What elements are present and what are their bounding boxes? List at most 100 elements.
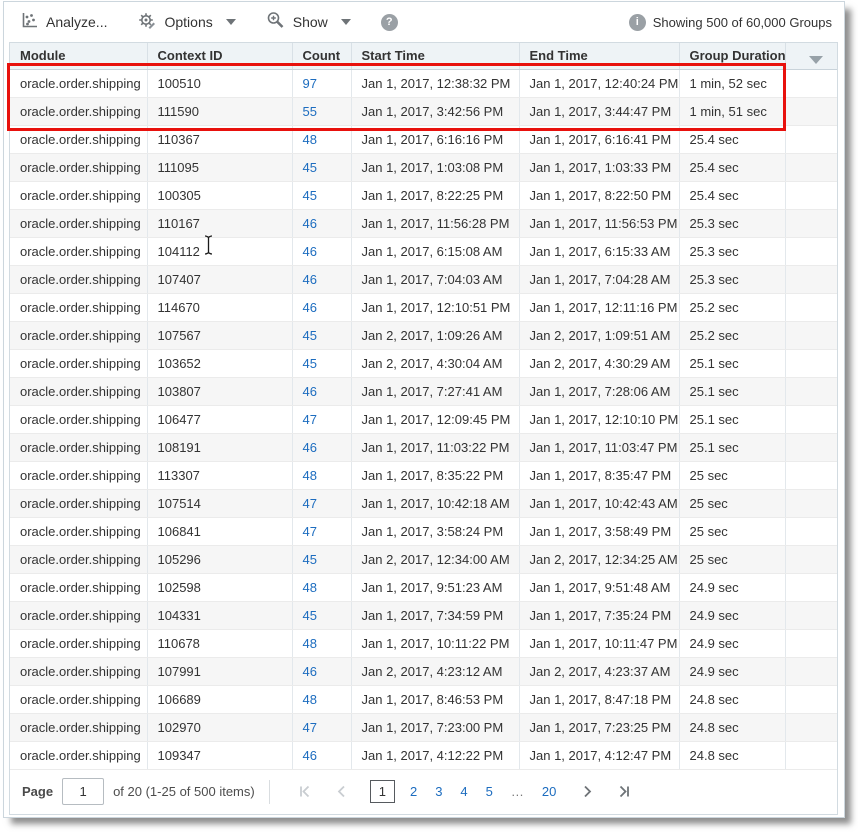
help-icon[interactable]: ?: [381, 14, 398, 31]
groups-table: Module Context ID Count Start Time End T…: [9, 42, 838, 815]
count-link[interactable]: 48: [303, 580, 317, 595]
first-page-icon[interactable]: [286, 784, 323, 799]
page-link[interactable]: 5: [486, 784, 493, 799]
count-link[interactable]: 46: [303, 272, 317, 287]
count-link[interactable]: 47: [303, 524, 317, 539]
cell-module: oracle.order.shipping: [10, 209, 147, 237]
cell-start-time: Jan 1, 2017, 7:04:03 AM: [351, 265, 519, 293]
zoom-plus-icon: [266, 11, 286, 34]
table-row[interactable]: oracle.order.shipping10799146Jan 2, 2017…: [10, 657, 837, 685]
table-row[interactable]: oracle.order.shipping10819146Jan 1, 2017…: [10, 433, 837, 461]
options-button[interactable]: Options: [137, 11, 235, 34]
table-row[interactable]: oracle.order.shipping10751447Jan 1, 2017…: [10, 489, 837, 517]
count-link[interactable]: 45: [303, 160, 317, 175]
table-row[interactable]: oracle.order.shipping10756745Jan 2, 2017…: [10, 321, 837, 349]
page-link[interactable]: 3: [435, 784, 442, 799]
cell-count: 55: [292, 97, 351, 125]
cell-context-id: 100305: [147, 181, 292, 209]
cell-start-time: Jan 1, 2017, 12:09:45 PM: [351, 405, 519, 433]
table-row[interactable]: oracle.order.shipping10740746Jan 1, 2017…: [10, 265, 837, 293]
count-link[interactable]: 48: [303, 692, 317, 707]
table-row[interactable]: oracle.order.shipping10030545Jan 1, 2017…: [10, 181, 837, 209]
count-link[interactable]: 48: [303, 132, 317, 147]
page-link[interactable]: 4: [460, 784, 467, 799]
table-row[interactable]: oracle.order.shipping10411246Jan 1, 2017…: [10, 237, 837, 265]
table-row[interactable]: oracle.order.shipping10297047Jan 1, 2017…: [10, 713, 837, 741]
cell-filler: [785, 181, 837, 209]
table-row[interactable]: oracle.order.shipping10051097Jan 1, 2017…: [10, 69, 837, 97]
count-link[interactable]: 55: [303, 104, 317, 119]
last-page-icon[interactable]: [606, 784, 643, 799]
cell-filler: [785, 601, 837, 629]
count-link[interactable]: 48: [303, 636, 317, 651]
count-link[interactable]: 46: [303, 384, 317, 399]
table-row[interactable]: oracle.order.shipping10380746Jan 1, 2017…: [10, 377, 837, 405]
cell-context-id: 104331: [147, 601, 292, 629]
column-header-module[interactable]: Module: [10, 43, 147, 69]
toolbar: Analyze... Options: [4, 2, 844, 42]
count-link[interactable]: 46: [303, 244, 317, 259]
count-link[interactable]: 47: [303, 496, 317, 511]
cell-context-id: 106689: [147, 685, 292, 713]
table-row[interactable]: oracle.order.shipping11467046Jan 1, 2017…: [10, 293, 837, 321]
cell-start-time: Jan 1, 2017, 10:42:18 AM: [351, 489, 519, 517]
count-link[interactable]: 47: [303, 720, 317, 735]
table-row[interactable]: oracle.order.shipping11016746Jan 1, 2017…: [10, 209, 837, 237]
count-link[interactable]: 46: [303, 748, 317, 763]
table-row[interactable]: oracle.order.shipping11109545Jan 1, 2017…: [10, 153, 837, 181]
column-header-end-time[interactable]: End Time: [519, 43, 679, 69]
cell-module: oracle.order.shipping: [10, 377, 147, 405]
cell-module: oracle.order.shipping: [10, 349, 147, 377]
table-row[interactable]: oracle.order.shipping11067848Jan 1, 2017…: [10, 629, 837, 657]
page-current[interactable]: 1: [370, 780, 395, 803]
count-link[interactable]: 45: [303, 356, 317, 371]
page-link[interactable]: 2: [410, 784, 417, 799]
table-row[interactable]: oracle.order.shipping11036748Jan 1, 2017…: [10, 125, 837, 153]
count-link[interactable]: 45: [303, 328, 317, 343]
table-row[interactable]: oracle.order.shipping10668948Jan 1, 2017…: [10, 685, 837, 713]
page-label: Page: [22, 784, 53, 799]
count-link[interactable]: 46: [303, 216, 317, 231]
table-row[interactable]: oracle.order.shipping11159055Jan 1, 2017…: [10, 97, 837, 125]
count-link[interactable]: 47: [303, 412, 317, 427]
sort-descending-icon[interactable]: [809, 56, 823, 64]
count-link[interactable]: 97: [303, 76, 317, 91]
count-link[interactable]: 46: [303, 440, 317, 455]
page-link[interactable]: 20: [542, 784, 556, 799]
next-page-icon[interactable]: [569, 784, 606, 799]
column-header-context-id[interactable]: Context ID: [147, 43, 292, 69]
column-header-group-duration[interactable]: Group Duration: [679, 43, 785, 69]
cell-duration: 25.4 sec: [679, 153, 785, 181]
table-row[interactable]: oracle.order.shipping11330748Jan 1, 2017…: [10, 461, 837, 489]
table-row[interactable]: oracle.order.shipping10259848Jan 1, 2017…: [10, 573, 837, 601]
cell-start-time: Jan 1, 2017, 4:12:22 PM: [351, 741, 519, 769]
previous-page-icon[interactable]: [323, 784, 360, 799]
cell-duration: 24.9 sec: [679, 601, 785, 629]
cell-end-time: Jan 1, 2017, 7:23:25 PM: [519, 713, 679, 741]
table-row[interactable]: oracle.order.shipping10934746Jan 1, 2017…: [10, 741, 837, 769]
table-row[interactable]: oracle.order.shipping10433145Jan 1, 2017…: [10, 601, 837, 629]
table-row[interactable]: oracle.order.shipping10365245Jan 2, 2017…: [10, 349, 837, 377]
column-header-count[interactable]: Count: [292, 43, 351, 69]
count-link[interactable]: 46: [303, 664, 317, 679]
column-header-start-time[interactable]: Start Time: [351, 43, 519, 69]
pager-divider: [269, 780, 270, 804]
table-row[interactable]: oracle.order.shipping10684147Jan 1, 2017…: [10, 517, 837, 545]
cell-context-id: 103652: [147, 349, 292, 377]
page-number-input[interactable]: [62, 778, 104, 805]
cell-module: oracle.order.shipping: [10, 713, 147, 741]
count-link[interactable]: 45: [303, 608, 317, 623]
count-link[interactable]: 48: [303, 468, 317, 483]
count-link[interactable]: 45: [303, 188, 317, 203]
table-row[interactable]: oracle.order.shipping10529645Jan 2, 2017…: [10, 545, 837, 573]
table-row[interactable]: oracle.order.shipping10647747Jan 1, 2017…: [10, 405, 837, 433]
cell-duration: 25.3 sec: [679, 265, 785, 293]
cell-filler: [785, 377, 837, 405]
analyze-button[interactable]: Analyze...: [20, 11, 107, 33]
cell-start-time: Jan 2, 2017, 4:23:12 AM: [351, 657, 519, 685]
count-link[interactable]: 46: [303, 300, 317, 315]
cell-start-time: Jan 1, 2017, 6:15:08 AM: [351, 237, 519, 265]
groups-table-window: Analyze... Options: [3, 1, 845, 818]
count-link[interactable]: 45: [303, 552, 317, 567]
show-button[interactable]: Show: [266, 11, 351, 34]
